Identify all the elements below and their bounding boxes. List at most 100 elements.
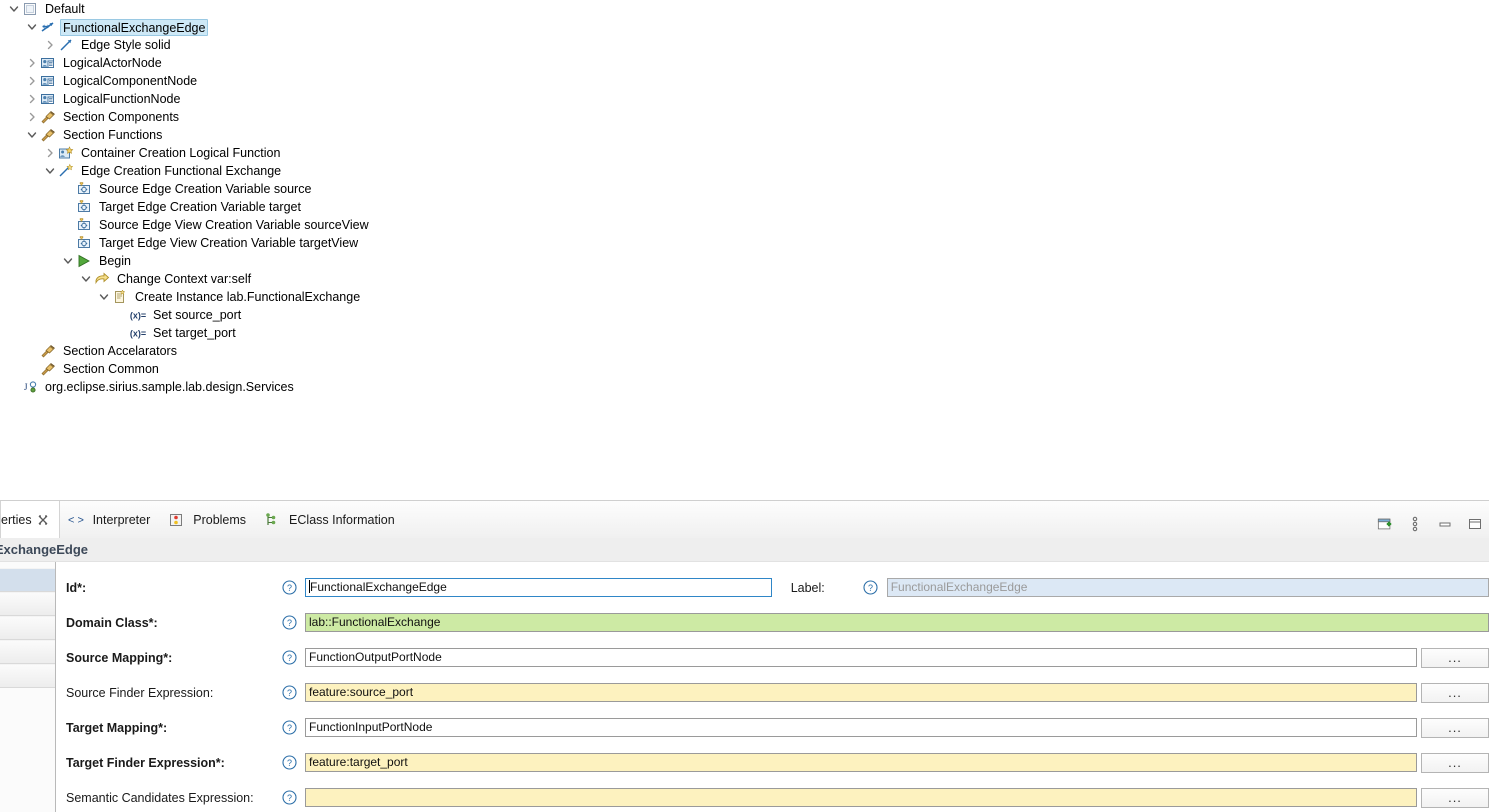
tree-item-label: Target Edge View Creation Variable targe… bbox=[99, 236, 359, 250]
tree-item[interactable]: Target Edge Creation Variable target bbox=[0, 198, 1489, 216]
bottom-panel: erties < > Interpreter Problems EClass Infor… bbox=[0, 500, 1489, 812]
domain-class-input[interactable]: lab::FunctionalExchange bbox=[305, 613, 1489, 632]
maximize-icon[interactable] bbox=[1465, 514, 1485, 534]
twisty-placeholder bbox=[6, 379, 22, 395]
tree-item[interactable]: Section Accelarators bbox=[0, 342, 1489, 360]
help-icon[interactable]: ? bbox=[281, 755, 297, 771]
tree-item-label: Edge Style solid bbox=[81, 38, 171, 52]
source-mapping-input[interactable]: FunctionOutputPortNode bbox=[305, 648, 1417, 667]
source-mapping-input-value: FunctionOutputPortNode bbox=[309, 650, 442, 664]
tree-item[interactable]: Target Edge View Creation Variable targe… bbox=[0, 234, 1489, 252]
tree-item[interactable]: LogicalActorNode bbox=[0, 54, 1489, 72]
tree-item[interactable]: FunctionalExchangeEdge bbox=[0, 18, 1489, 36]
source-mapping-browse-button[interactable]: ... bbox=[1421, 647, 1489, 668]
properties-tab-list[interactable]: l entationred bbox=[0, 562, 56, 812]
odesign-tree[interactable]: Default FunctionalExchangeEdge Edge Style … bbox=[0, 0, 1489, 500]
chevron-right-icon[interactable] bbox=[24, 73, 40, 89]
source-finder-input[interactable]: feature:source_port bbox=[305, 683, 1417, 702]
target-mapping-browse-button[interactable]: ... bbox=[1421, 717, 1489, 738]
twisty-placeholder bbox=[60, 199, 76, 215]
tree-item[interactable]: Section Functions bbox=[0, 126, 1489, 144]
id-input[interactable]: FunctionalExchangeEdge bbox=[305, 578, 772, 597]
chevron-down-icon[interactable] bbox=[24, 127, 40, 143]
tree-item[interactable]: Begin bbox=[0, 252, 1489, 270]
tree-item[interactable]: Source Edge View Creation Variable sourc… bbox=[0, 216, 1489, 234]
chevron-down-icon[interactable] bbox=[24, 19, 40, 35]
view-tab[interactable]: Problems bbox=[160, 501, 256, 538]
tree-item[interactable]: Jorg.eclipse.sirius.sample.lab.design.Se… bbox=[0, 378, 1489, 396]
tree-item[interactable]: Edge Creation Functional Exchange bbox=[0, 162, 1489, 180]
properties-tab[interactable] bbox=[0, 592, 55, 616]
form-row-domain-class: Domain Class*: ? lab::FunctionalExchange bbox=[56, 605, 1489, 640]
properties-tab[interactable]: l bbox=[0, 568, 55, 592]
tree-item[interactable]: Section Components bbox=[0, 108, 1489, 126]
chevron-right-icon[interactable] bbox=[24, 91, 40, 107]
tree-item-label: Source Edge Creation Variable source bbox=[99, 182, 312, 196]
close-icon[interactable] bbox=[37, 514, 49, 526]
view-tab[interactable]: < > Interpreter bbox=[60, 501, 161, 538]
tree-item[interactable]: (x)= Set source_port bbox=[0, 306, 1489, 324]
tree-item[interactable]: Container Creation Logical Function bbox=[0, 144, 1489, 162]
view-menu-icon[interactable] bbox=[1405, 514, 1425, 534]
tree-item-label: Section Common bbox=[63, 362, 159, 376]
target-mapping-input[interactable]: FunctionInputPortNode bbox=[305, 718, 1417, 737]
help-icon[interactable]: ? bbox=[281, 580, 297, 596]
new-view-icon[interactable] bbox=[1375, 514, 1395, 534]
tree-item[interactable]: Edge Style solid bbox=[0, 36, 1489, 54]
properties-tab[interactable]: r bbox=[0, 640, 55, 664]
tree-item[interactable]: Section Common bbox=[0, 360, 1489, 378]
target-finder-input[interactable]: feature:target_port bbox=[305, 753, 1417, 772]
target-mapping-input-value: FunctionInputPortNode bbox=[309, 720, 433, 734]
chevron-down-icon[interactable] bbox=[96, 289, 112, 305]
minimize-icon[interactable] bbox=[1435, 514, 1455, 534]
chevron-right-icon[interactable] bbox=[24, 109, 40, 125]
tree-item[interactable]: Source Edge Creation Variable source bbox=[0, 180, 1489, 198]
tree-item[interactable]: LogicalFunctionNode bbox=[0, 90, 1489, 108]
target-finder-browse-button[interactable]: ... bbox=[1421, 752, 1489, 773]
set-value-icon: (x)= bbox=[130, 307, 146, 323]
chevron-down-icon[interactable] bbox=[60, 253, 76, 269]
properties-body: l entationred Id*: ? FunctionalExchangeEd… bbox=[0, 562, 1489, 812]
label-input-placeholder: FunctionalExchangeEdge bbox=[890, 580, 1028, 594]
chevron-down-icon[interactable] bbox=[42, 163, 58, 179]
help-icon[interactable]: ? bbox=[281, 720, 297, 736]
view-tab[interactable]: erties bbox=[0, 501, 60, 538]
domain-class-field-label: Domain Class*: bbox=[66, 615, 158, 630]
chevron-right-icon[interactable] bbox=[24, 55, 40, 71]
help-icon[interactable]: ? bbox=[281, 650, 297, 666]
eclipse-sirius-window: Default FunctionalExchangeEdge Edge Style … bbox=[0, 0, 1489, 812]
tree-item-label: Target Edge Creation Variable target bbox=[99, 200, 301, 214]
tree-item[interactable]: Default bbox=[0, 0, 1489, 18]
tree-item-label: Default bbox=[45, 2, 85, 16]
help-icon[interactable]: ? bbox=[281, 615, 297, 631]
chevron-right-icon[interactable] bbox=[42, 37, 58, 53]
chevron-down-icon[interactable] bbox=[78, 271, 94, 287]
container-creation-icon bbox=[58, 145, 74, 161]
help-icon[interactable]: ? bbox=[281, 685, 297, 701]
help-icon[interactable]: ? bbox=[863, 580, 879, 596]
properties-tab[interactable]: entation bbox=[0, 616, 55, 640]
help-icon[interactable]: ? bbox=[281, 790, 297, 806]
semantic-candidates-input[interactable] bbox=[305, 788, 1417, 807]
chevron-down-icon[interactable] bbox=[6, 1, 22, 17]
target-mapping-field-label: Target Mapping*: bbox=[66, 720, 168, 735]
tree-item[interactable]: Change Context var:self bbox=[0, 270, 1489, 288]
form-row-target-finder: Target Finder Expression*: ? feature:tar… bbox=[56, 745, 1489, 780]
chevron-right-icon[interactable] bbox=[42, 145, 58, 161]
svg-text:(x)=: (x)= bbox=[130, 329, 146, 339]
svg-text:?: ? bbox=[868, 583, 873, 593]
tree-item[interactable]: LogicalComponentNode bbox=[0, 72, 1489, 90]
source-finder-browse-button[interactable]: ... bbox=[1421, 682, 1489, 703]
section-icon bbox=[40, 343, 56, 359]
svg-text:< >: < > bbox=[68, 514, 84, 526]
label-input[interactable]: FunctionalExchangeEdge bbox=[886, 578, 1489, 597]
tree-item-label: Section Components bbox=[63, 110, 180, 124]
form-row-semantic-candidates: Semantic Candidates Expression: ? ... bbox=[56, 780, 1489, 812]
tree-item-label: LogicalComponentNode bbox=[63, 74, 198, 88]
semantic-candidates-browse-button[interactable]: ... bbox=[1421, 787, 1489, 808]
tree-item[interactable]: (x)= Set target_port bbox=[0, 324, 1489, 342]
properties-tab[interactable]: ed bbox=[0, 664, 55, 688]
view-tab[interactable]: EClass Information bbox=[256, 501, 405, 538]
properties-form: Id*: ? FunctionalExchangeEdge Label: ? F… bbox=[56, 562, 1489, 812]
tree-item[interactable]: Create Instance lab.FunctionalExchange bbox=[0, 288, 1489, 306]
